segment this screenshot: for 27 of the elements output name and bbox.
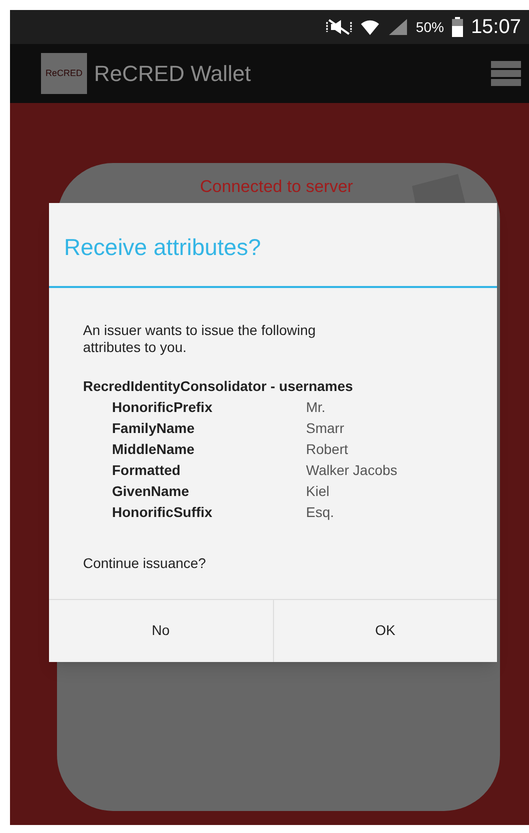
dialog-message: An issuer wants to issue the following attributes to you. xyxy=(83,322,317,356)
no-button[interactable]: No xyxy=(49,600,274,662)
ok-button[interactable]: OK xyxy=(274,600,497,662)
attribute-value: Esq. xyxy=(306,502,334,522)
app-logo: ReCRED xyxy=(41,53,87,94)
attribute-name: Formatted xyxy=(111,460,182,480)
dialog-title: Receive attributes? xyxy=(63,233,262,262)
attribute-name: FamilyName xyxy=(111,418,196,438)
attribute-value: Walker Jacobs xyxy=(306,460,398,480)
attribute-name: MiddleName xyxy=(111,440,196,458)
attribute-group-title: RecredIdentityConsolidator - usernames xyxy=(83,376,354,396)
attribute-value: Smarr xyxy=(306,418,344,438)
menu-icon[interactable] xyxy=(491,60,521,86)
dialog-question: Continue issuance? xyxy=(83,554,207,572)
connection-status: Connected to server xyxy=(200,177,354,197)
attribute-name: HonorificPrefix xyxy=(111,398,214,416)
battery-icon xyxy=(452,17,463,37)
attribute-value: Mr. xyxy=(306,398,326,416)
app-title: ReCRED Wallet xyxy=(94,60,251,88)
mute-icon xyxy=(326,18,352,36)
attribute-name: HonorificSuffix xyxy=(111,502,214,522)
attribute-value: Robert xyxy=(306,440,348,458)
battery-percent: 50% xyxy=(416,18,444,36)
signal-icon xyxy=(388,18,408,36)
attribute-value: Kiel xyxy=(306,482,330,500)
clock-time: 15:07 xyxy=(470,15,521,40)
attribute-name: GivenName xyxy=(111,482,190,500)
